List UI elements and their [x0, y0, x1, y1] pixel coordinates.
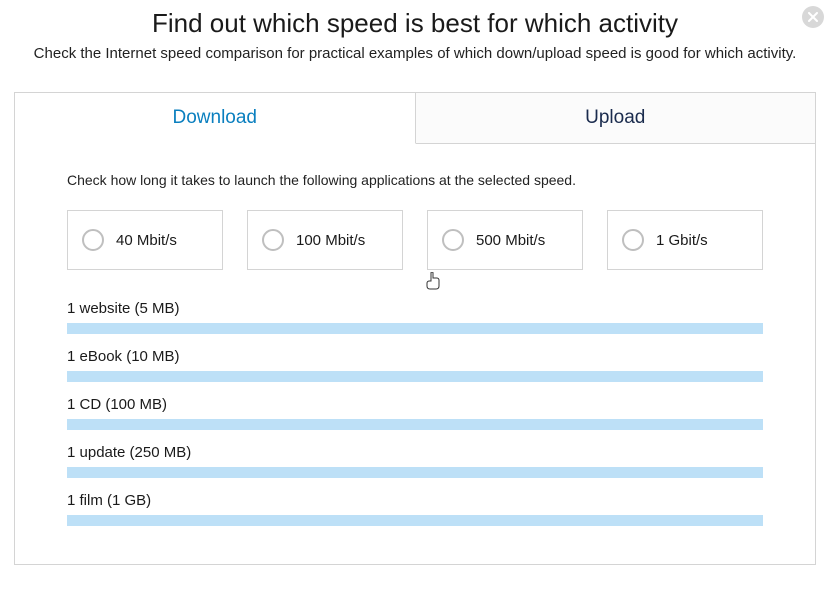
- speed-option-100[interactable]: 100 Mbit/s: [247, 210, 403, 270]
- tab-upload[interactable]: Upload: [416, 93, 816, 144]
- activity-row: 1 CD (100 MB): [67, 396, 763, 430]
- activity-row: 1 update (250 MB): [67, 444, 763, 478]
- progress-bar: [67, 323, 763, 334]
- comparison-panel: Download Upload Check how long it takes …: [14, 92, 816, 565]
- radio-icon: [622, 229, 644, 251]
- header: Find out which speed is best for which a…: [0, 0, 830, 64]
- speed-option-500[interactable]: 500 Mbit/s: [427, 210, 583, 270]
- page-subtitle: Check the Internet speed comparison for …: [25, 43, 805, 64]
- tabs: Download Upload: [15, 93, 815, 144]
- radio-icon: [262, 229, 284, 251]
- radio-icon: [82, 229, 104, 251]
- progress-bar: [67, 467, 763, 478]
- activity-row: 1 website (5 MB): [67, 300, 763, 334]
- speed-options: 40 Mbit/s 100 Mbit/s 500 Mbit/s 1 Gbit/s: [67, 210, 763, 270]
- speed-label: 500 Mbit/s: [476, 232, 545, 249]
- activity-row: 1 eBook (10 MB): [67, 348, 763, 382]
- close-button[interactable]: [802, 6, 824, 28]
- speed-option-40[interactable]: 40 Mbit/s: [67, 210, 223, 270]
- activity-label: 1 update (250 MB): [67, 444, 763, 461]
- activity-label: 1 eBook (10 MB): [67, 348, 763, 365]
- page-title: Find out which speed is best for which a…: [20, 8, 810, 39]
- tab-download[interactable]: Download: [15, 93, 416, 144]
- speed-label: 1 Gbit/s: [656, 232, 708, 249]
- activity-label: 1 film (1 GB): [67, 492, 763, 509]
- progress-bar: [67, 371, 763, 382]
- activity-row: 1 film (1 GB): [67, 492, 763, 526]
- speed-option-1g[interactable]: 1 Gbit/s: [607, 210, 763, 270]
- radio-icon: [442, 229, 464, 251]
- activity-label: 1 website (5 MB): [67, 300, 763, 317]
- speed-label: 100 Mbit/s: [296, 232, 365, 249]
- close-icon: [808, 10, 818, 24]
- instruction-text: Check how long it takes to launch the fo…: [67, 172, 763, 188]
- progress-bar: [67, 515, 763, 526]
- tab-content: Check how long it takes to launch the fo…: [15, 144, 815, 564]
- speed-label: 40 Mbit/s: [116, 232, 177, 249]
- activity-label: 1 CD (100 MB): [67, 396, 763, 413]
- activities-list: 1 website (5 MB) 1 eBook (10 MB) 1 CD (1…: [67, 300, 763, 534]
- progress-bar: [67, 419, 763, 430]
